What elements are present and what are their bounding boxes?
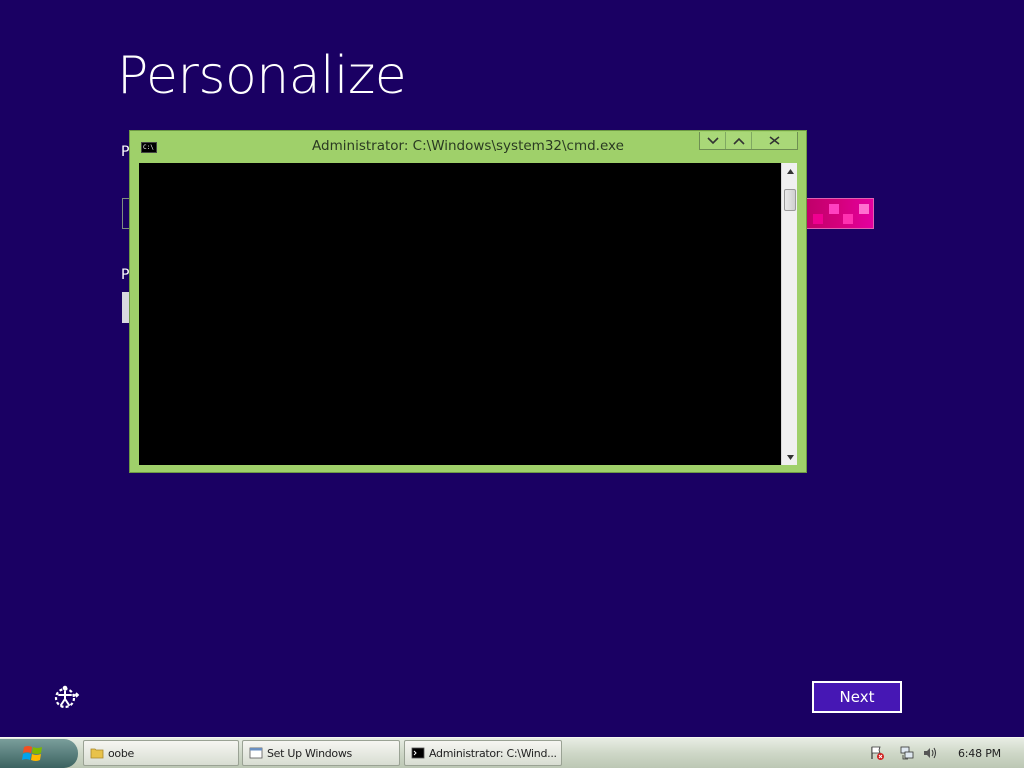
start-button[interactable] (0, 739, 78, 768)
minimize-icon (706, 136, 719, 144)
vertical-scrollbar[interactable] (781, 163, 797, 465)
cmd-icon (411, 747, 425, 759)
swatch-square (843, 214, 853, 224)
clock[interactable]: 6:48 PM (958, 747, 1001, 760)
folder-icon (90, 748, 104, 759)
taskbar-item-label: Set Up Windows (267, 746, 352, 760)
network-icon[interactable] (899, 745, 915, 761)
swatch-square (813, 214, 823, 224)
chevron-up-icon (786, 168, 794, 174)
ease-of-access-icon[interactable] (52, 684, 80, 710)
chevron-down-icon (786, 454, 794, 460)
next-button[interactable]: Next (812, 681, 902, 713)
window-icon (249, 747, 263, 759)
taskbar-item-label: Administrator: C:\Wind... (429, 746, 557, 760)
taskbar: oobe Set Up Windows Administrator: C:\Wi… (0, 737, 1024, 768)
scroll-up-button[interactable] (782, 163, 798, 179)
swatch-square (829, 204, 839, 214)
maximize-icon (732, 137, 745, 145)
cmd-window[interactable]: C:\ Administrator: C:\Windows\system32\c… (129, 130, 807, 473)
taskbar-item-oobe[interactable]: oobe (83, 740, 239, 766)
close-button[interactable] (752, 132, 797, 149)
action-center-flag-icon[interactable] (869, 745, 885, 761)
cmd-titlebar[interactable]: C:\ Administrator: C:\Windows\system32\c… (130, 131, 806, 163)
close-icon (769, 136, 780, 145)
minimize-button[interactable] (700, 132, 726, 149)
swatch-square (859, 204, 869, 214)
maximize-button[interactable] (726, 132, 752, 149)
console-output[interactable] (139, 163, 781, 465)
window-controls (699, 132, 798, 150)
taskbar-item-label: oobe (108, 746, 135, 760)
page-title: Personalize (117, 46, 407, 106)
windows-flag-icon (22, 745, 42, 761)
taskbar-item-setup[interactable]: Set Up Windows (242, 740, 400, 766)
color-swatch-strip[interactable] (806, 198, 874, 229)
scroll-thumb[interactable] (784, 189, 796, 211)
volume-icon[interactable] (922, 745, 938, 761)
scroll-down-button[interactable] (782, 449, 798, 465)
taskbar-item-cmd[interactable]: Administrator: C:\Wind... (404, 740, 562, 766)
cmd-body (139, 163, 797, 465)
